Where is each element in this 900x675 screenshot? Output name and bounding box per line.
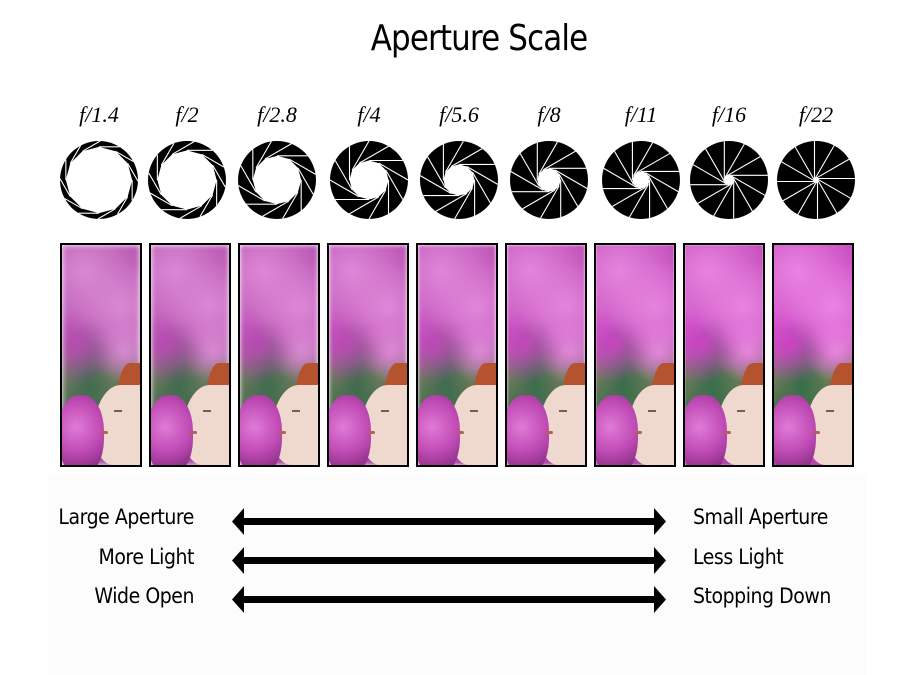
aperture-iris-icon (59, 140, 139, 220)
sample-photo (772, 243, 854, 467)
aperture-iris-icon (602, 141, 680, 219)
photo-lips (723, 431, 731, 434)
photo-eye (470, 410, 478, 412)
fstop-label: f/11 (624, 102, 658, 127)
double-arrow-open (232, 586, 666, 613)
photo-cluster (596, 395, 638, 465)
photo-eye (826, 410, 834, 412)
arrows (232, 508, 666, 613)
photo-eye (737, 410, 745, 412)
double-arrow-aperture (232, 508, 666, 535)
photo-eye (114, 410, 122, 412)
arrow-left-head-icon (232, 508, 244, 535)
photo-cluster (774, 395, 816, 465)
arrow-right-head-icon (654, 508, 666, 535)
photo-lips (189, 431, 197, 434)
photo-lips (812, 431, 820, 434)
aperture-iris-icon (777, 141, 855, 219)
fstop-label: f/2 (175, 102, 199, 127)
sample-photo (60, 243, 142, 467)
aperture-iris-icon (238, 141, 316, 219)
aperture-iris-icon (419, 140, 499, 220)
aperture-iris-icon (510, 141, 588, 219)
photo-cluster (507, 395, 549, 465)
photo-eye (381, 410, 389, 412)
photo-lips (545, 431, 553, 434)
fstop-label: f/5.6 (439, 102, 479, 127)
photo-cluster (329, 395, 371, 465)
fstop-label: f/1.4 (79, 102, 119, 127)
aperture-iris-row (59, 140, 855, 220)
arrow-left-head-icon (232, 586, 244, 613)
sample-photo (327, 243, 409, 467)
double-arrow-light (232, 547, 666, 574)
photo-cluster (151, 395, 193, 465)
aperture-iris-icon (690, 141, 768, 219)
fstop-label: f/16 (711, 102, 747, 127)
photo-eye (559, 410, 567, 412)
fstop-label: f/2.8 (257, 102, 297, 127)
photo-lips (367, 431, 375, 434)
sample-photo (416, 243, 498, 467)
photo-lips (100, 431, 108, 434)
photo-lips (456, 431, 464, 434)
fstop-label: f/4 (357, 102, 381, 127)
fstop-label: f/8 (537, 102, 561, 127)
arrow-left-head-icon (232, 547, 244, 574)
arrow-right-head-icon (654, 586, 666, 613)
page-title: Aperture Scale (370, 18, 588, 59)
fstop-label: f/22 (798, 102, 834, 127)
sample-photo (238, 243, 320, 467)
aperture-iris-icon (148, 141, 226, 219)
sample-photo (505, 243, 587, 467)
photo-cluster (685, 395, 727, 465)
sample-photo (594, 243, 676, 467)
photo-lips (278, 431, 286, 434)
photo-cluster (62, 395, 104, 465)
sample-photo (149, 243, 231, 467)
aperture-iris-icon (329, 140, 409, 220)
photo-eye (648, 410, 656, 412)
sample-photo (683, 243, 765, 467)
photo-lips (634, 431, 642, 434)
photo-eye (292, 410, 300, 412)
arrow-right-head-icon (654, 547, 666, 574)
photo-cluster (418, 395, 460, 465)
photo-cluster (240, 395, 282, 465)
photo-eye (203, 410, 211, 412)
